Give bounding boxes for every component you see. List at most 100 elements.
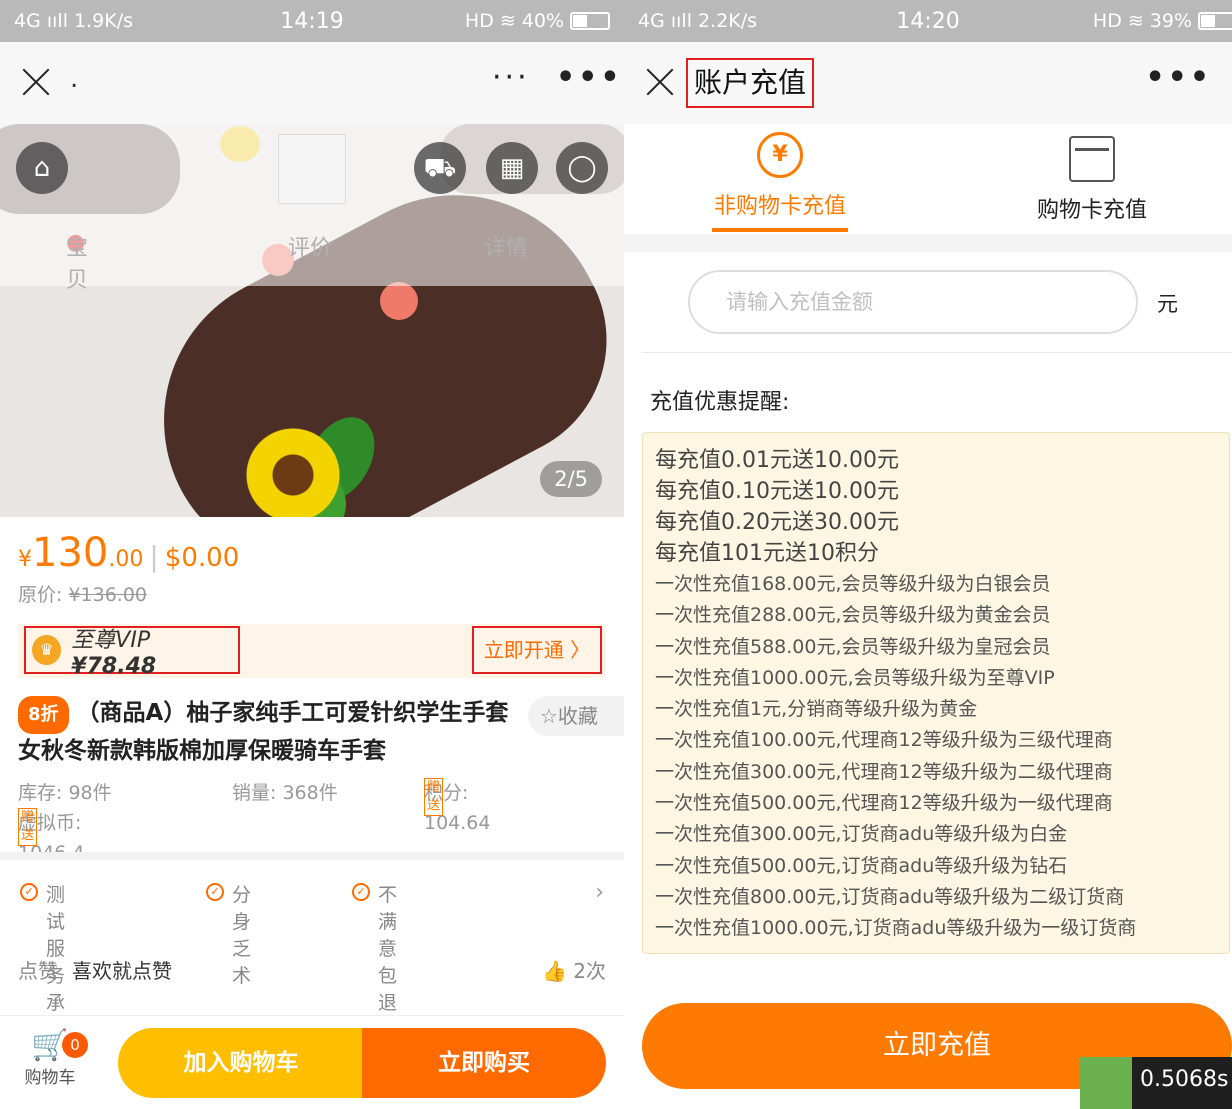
like-text: 喜欢就点赞 [72, 959, 172, 983]
menu-icon[interactable]: ••• [556, 60, 623, 95]
product-title: 8折 （商品A）柚子家纯手工可爱针织学生手套女秋冬新款韩版棉加厚保暖骑车手套 [18, 696, 518, 768]
divider [642, 352, 1232, 353]
battery-text: 39% [1149, 10, 1192, 32]
page-title: 账户充值 [686, 58, 815, 108]
hd-label: HD [1092, 10, 1122, 32]
crown-icon: ♛ [32, 635, 62, 665]
buy-now-button[interactable]: 立即购买 [362, 1028, 606, 1098]
service-row[interactable]: ✓测试服务承诺 ✓分身乏术 ✓不满意包退换 › [20, 880, 604, 1041]
timing-overlay: 0.5068s [1080, 1057, 1232, 1109]
tip-line: 一次性充值100.00元,代理商12等级升级为三级代理商 [655, 729, 1113, 752]
wifi-icon: ≋ [1127, 10, 1144, 32]
status-bar: 4G ııll 2.2K/s 14:20 HD ≋ 39% [624, 0, 1232, 42]
battery-text: 40% [521, 10, 564, 32]
detail-tabs: ● 宝贝 评价 详情 [0, 230, 624, 293]
cart-badge: 0 [62, 1032, 88, 1058]
product-title-row: 8折 （商品A）柚子家纯手工可爱针织学生手套女秋冬新款韩版棉加厚保暖骑车手套 ☆收… [18, 696, 624, 768]
recharge-screen: 4G ııll 2.2K/s 14:20 HD ≋ 39% 账户充值 ••• ¥ 非… [624, 0, 1232, 1109]
menu-icon[interactable]: ••• [1145, 60, 1212, 95]
page-title: . [70, 64, 79, 94]
status-right: HD ≋ 40% [465, 10, 610, 32]
tab-label: 宝贝 [66, 236, 89, 293]
active-tab-indicator [712, 228, 848, 232]
tip-line: 每充值0.01元送10.00元 [655, 448, 899, 473]
price-main: 130 [32, 530, 109, 576]
product-detail-screen: 4G ııll 1.9K/s 14:19 HD ≋ 40% . ··· ••• ⌂ … [0, 0, 624, 1109]
chevron-right-icon[interactable]: › [595, 880, 604, 905]
tab-label: 非购物卡充值 [713, 194, 846, 219]
qrcode-icon[interactable]: ▦ [486, 142, 538, 194]
cart-button[interactable]: 🛒 购物车 0 [18, 1028, 88, 1088]
tab-card-recharge[interactable]: 购物卡充值 [942, 124, 1232, 234]
vip-label: 至尊VIP [71, 627, 151, 653]
hd-label: HD [464, 10, 494, 32]
original-price: 原价: ¥136.00 [18, 580, 606, 607]
tip-line: 一次性充值288.00元,会员等级升级为黄金会员 [655, 604, 1051, 627]
tip-line: 一次性充值800.00元,订货商adu等级升级为二级订货商 [655, 885, 1125, 908]
tab-reviews[interactable]: 评价 [288, 230, 332, 262]
close-icon[interactable] [644, 66, 676, 98]
price-section: ¥130.00 | $0.00 原价: ¥136.00 [18, 530, 606, 607]
tip-line: 一次性充值1000.00元,会员等级升级为至尊VIP [655, 666, 1055, 689]
tip-line: 一次性充值500.00元,代理商12等级升级为一级代理商 [655, 792, 1113, 815]
close-icon[interactable] [20, 66, 52, 98]
yen-icon: ¥ [757, 132, 803, 178]
recharge-tabs: ¥ 非购物卡充值 购物卡充值 [624, 124, 1232, 234]
stock: 库存: 98件 [18, 782, 112, 804]
like-row: 点赞 喜欢就点赞 👍 2次 [18, 955, 606, 985]
tip-line: 一次性充值300.00元,订货商adu等级升级为白金 [655, 823, 1068, 846]
bottom-bar: 🛒 购物车 0 加入购物车 立即购买 [0, 1015, 624, 1109]
tip-line: 一次性充值500.00元,订货商adu等级升级为钻石 [655, 854, 1068, 877]
product-title-text: （商品A）柚子家纯手工可爱针织学生手套女秋冬新款韩版棉加厚保暖骑车手套 [18, 700, 509, 764]
open-vip-button[interactable]: 立即开通 〉 [472, 626, 602, 674]
pompom [380, 282, 418, 320]
home-icon[interactable]: ⌂ [16, 142, 68, 194]
orig-value: ¥136.00 [68, 584, 148, 606]
more-options-icon[interactable]: ··· [492, 60, 530, 95]
cart-icon[interactable]: ⛟ [414, 142, 466, 194]
vip-text: 至尊VIP ¥78.48 [71, 622, 238, 679]
battery-icon [1198, 12, 1232, 30]
tip-line: 每充值0.20元送30.00元 [655, 510, 899, 535]
amount-input[interactable]: 请输入充值金额 [688, 270, 1138, 334]
tip-line: 一次性充值300.00元,代理商12等级升级为二级代理商 [655, 760, 1113, 783]
currency-symbol: ¥ [18, 547, 32, 572]
divider [624, 234, 1232, 252]
status-right: HD ≋ 39% [1093, 10, 1232, 32]
cart-label: 购物车 [24, 1068, 76, 1088]
check-icon: ✓ [352, 882, 370, 901]
currency-unit: 元 [1157, 292, 1178, 316]
like-count[interactable]: 👍 2次 [542, 955, 606, 984]
price-separator: | [149, 540, 159, 573]
favorite-button[interactable]: ☆收藏 [528, 696, 624, 736]
nav-bar: . ··· ••• [0, 42, 624, 124]
tip-line: 一次性充值168.00元,会员等级升级为白银会员 [655, 573, 1051, 595]
status-bar: 4G ııll 1.9K/s 14:19 HD ≋ 40% [0, 0, 624, 42]
divider [0, 852, 624, 860]
tip-line: 每充值0.10元送10.00元 [655, 479, 899, 504]
vip-price: ¥78.48 [71, 653, 157, 679]
add-to-cart-button[interactable]: 加入购物车 [118, 1028, 364, 1098]
thumbs-up-icon[interactable]: 👍 [542, 959, 567, 983]
card-icon [1069, 136, 1115, 182]
image-counter: 2/5 [540, 461, 602, 497]
tips-box: 每充值0.01元送10.00元 每充值0.10元送10.00元 每充值0.20元… [642, 432, 1230, 954]
thumbnail-image[interactable] [278, 134, 346, 204]
tip-line: 一次性充值588.00元,会员等级升级为皇冠会员 [655, 635, 1051, 658]
timing-text: 0.5068s [1140, 1067, 1229, 1092]
tab-details[interactable]: 详情 [484, 230, 528, 262]
discount-badge: 8折 [18, 696, 69, 734]
product-image-carousel[interactable]: ⌂ ⛟ ▦ ◯ ● 宝贝 评价 详情 2/5 [0, 124, 624, 517]
vip-price-box: ♛ 至尊VIP ¥78.48 [24, 626, 240, 679]
like-count-text: 2次 [573, 959, 606, 983]
price: ¥130.00 | $0.00 [18, 530, 606, 576]
check-icon: ✓ [20, 882, 38, 901]
gift-badge: 赠送 [18, 808, 38, 846]
tab-non-card-recharge[interactable]: ¥ 非购物卡充值 [630, 124, 930, 234]
tip-line: 一次性充值1元,分销商等级升级为黄金 [655, 698, 978, 721]
user-icon[interactable]: ◯ [556, 142, 608, 194]
check-icon: ✓ [206, 882, 224, 901]
battery-icon [570, 12, 610, 30]
service-item: ✓不满意包退换 [352, 880, 397, 1041]
orig-label: 原价: [18, 584, 63, 606]
